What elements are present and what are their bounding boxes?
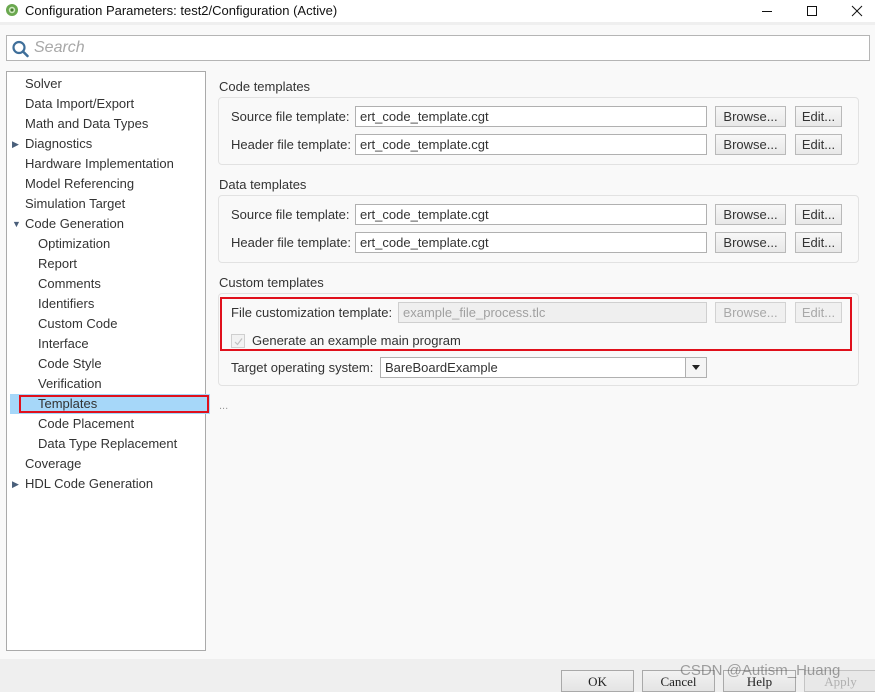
maximize-icon — [807, 6, 817, 16]
tree-item-label: Diagnostics — [25, 136, 93, 151]
search-box[interactable] — [6, 35, 870, 61]
tree-item-label: Math and Data Types — [25, 116, 149, 131]
tree-item-report[interactable]: Report — [7, 254, 205, 274]
tree-item-label: Simulation Target — [25, 196, 126, 211]
code-templates-title: Code templates — [219, 79, 311, 94]
code-header-edit-button[interactable]: Edit... — [795, 134, 842, 155]
tree-item-label: Code Placement — [38, 416, 135, 431]
help-button[interactable]: Help — [723, 670, 796, 692]
tree-item-hdl-code-generation[interactable]: ▶ HDL Code Generation — [7, 474, 205, 494]
checkmark-icon — [234, 338, 243, 346]
tree-item-label: Interface — [38, 336, 89, 351]
tree-item-coverage[interactable]: Coverage — [7, 454, 205, 474]
tree-item-label: Optimization — [38, 236, 111, 251]
tree-item-hardware-implementation[interactable]: Hardware Implementation — [7, 154, 205, 174]
target-os-label: Target operating system: — [231, 360, 374, 375]
search-icon — [12, 40, 29, 58]
chevron-down-icon — [692, 365, 700, 370]
file-customization-edit-button[interactable]: Edit... — [795, 302, 842, 323]
custom-templates-group: File customization template: example_fil… — [218, 293, 859, 386]
tree-item-optimization[interactable]: Optimization — [7, 234, 205, 254]
code-source-label: Source file template: — [231, 109, 350, 124]
tree-item-label: Code Style — [38, 356, 102, 371]
tree-item-label: Data Import/Export — [25, 96, 135, 111]
data-header-browse-button[interactable]: Browse... — [715, 232, 786, 253]
code-header-field[interactable]: ert_code_template.cgt — [355, 134, 707, 155]
tree-item-data-import-export[interactable]: Data Import/Export — [7, 94, 205, 114]
tree-item-templates[interactable]: Templates — [10, 394, 210, 414]
tree-item-comments[interactable]: Comments — [7, 274, 205, 294]
window-title: Configuration Parameters: test2/Configur… — [25, 3, 338, 18]
data-templates-title: Data templates — [219, 177, 307, 192]
code-header-browse-button[interactable]: Browse... — [715, 134, 786, 155]
code-source-field[interactable]: ert_code_template.cgt — [355, 106, 707, 127]
simulink-gear-icon — [6, 4, 18, 16]
tree-item-identifiers[interactable]: Identifiers — [7, 294, 205, 314]
target-os-value: BareBoardExample — [385, 360, 498, 375]
data-source-edit-button[interactable]: Edit... — [795, 204, 842, 225]
tree-item-label: Comments — [38, 276, 101, 291]
title-bar: Configuration Parameters: test2/Configur… — [0, 0, 875, 22]
more-ellipsis: ... — [219, 400, 229, 412]
title-separator — [0, 22, 875, 25]
close-icon — [851, 5, 863, 17]
expanded-arrow-icon[interactable]: ▼ — [12, 214, 21, 234]
collapsed-arrow-icon[interactable]: ▶ — [12, 134, 19, 154]
code-source-edit-button[interactable]: Edit... — [795, 106, 842, 127]
data-header-label: Header file template: — [231, 235, 351, 250]
tree-item-label: Identifiers — [38, 296, 95, 311]
tree-item-simulation-target[interactable]: Simulation Target — [7, 194, 205, 214]
code-source-browse-button[interactable]: Browse... — [715, 106, 786, 127]
minimize-button[interactable] — [744, 0, 790, 22]
data-templates-group: Source file template: ert_code_template.… — [218, 195, 859, 263]
generate-main-label: Generate an example main program — [252, 333, 461, 348]
custom-templates-title: Custom templates — [219, 275, 324, 290]
tree-item-label: Data Type Replacement — [38, 436, 178, 451]
tree-item-diagnostics[interactable]: ▶ Diagnostics — [7, 134, 205, 154]
tree-item-label: Model Referencing — [25, 176, 135, 191]
search-input[interactable] — [34, 38, 854, 58]
tree-item-code-style[interactable]: Code Style — [7, 354, 205, 374]
tree-item-code-generation[interactable]: ▼ Code Generation — [7, 214, 205, 234]
tree-item-data-type-replacement[interactable]: Data Type Replacement — [7, 434, 205, 454]
tree-item-interface[interactable]: Interface — [7, 334, 205, 354]
target-os-select[interactable]: BareBoardExample — [380, 357, 707, 378]
ok-button[interactable]: OK — [561, 670, 634, 692]
tree-item-label: Templates — [38, 396, 98, 411]
generate-main-checkbox[interactable] — [231, 334, 245, 348]
file-customization-label: File customization template: — [231, 305, 393, 320]
collapsed-arrow-icon[interactable]: ▶ — [12, 474, 19, 494]
tree-item-label: Solver — [25, 76, 62, 91]
tree-item-label: Hardware Implementation — [25, 156, 174, 171]
maximize-button[interactable] — [789, 0, 835, 22]
category-tree[interactable]: Solver Data Import/Export Math and Data Ty… — [6, 71, 210, 651]
tree-item-math-and-data-types[interactable]: Math and Data Types — [7, 114, 205, 134]
data-source-field[interactable]: ert_code_template.cgt — [355, 204, 707, 225]
cancel-button[interactable]: Cancel — [642, 670, 715, 692]
code-header-label: Header file template: — [231, 137, 351, 152]
data-header-edit-button[interactable]: Edit... — [795, 232, 842, 253]
tree-item-custom-code[interactable]: Custom Code — [7, 314, 205, 334]
tree-item-label: Coverage — [25, 456, 82, 471]
data-source-browse-button[interactable]: Browse... — [715, 204, 786, 225]
code-templates-group: Source file template: ert_code_template.… — [218, 97, 859, 165]
minimize-icon — [762, 11, 772, 12]
data-header-field[interactable]: ert_code_template.cgt — [355, 232, 707, 253]
tree-item-label: Verification — [38, 376, 102, 391]
tree-item-label: HDL Code Generation — [25, 476, 154, 491]
tree-item-solver[interactable]: Solver — [7, 74, 205, 94]
tree-item-model-referencing[interactable]: Model Referencing — [7, 174, 205, 194]
apply-button[interactable]: Apply — [804, 670, 875, 692]
tree-item-code-placement[interactable]: Code Placement — [7, 414, 205, 434]
dropdown-button[interactable] — [685, 358, 706, 377]
data-source-label: Source file template: — [231, 207, 350, 222]
tree-item-label: Report — [38, 256, 78, 271]
tree-item-label: Code Generation — [25, 216, 125, 231]
tree-item-verification[interactable]: Verification — [7, 374, 205, 394]
file-customization-field[interactable]: example_file_process.tlc — [398, 302, 707, 323]
tree-item-label: Custom Code — [38, 316, 118, 331]
close-button[interactable] — [834, 0, 875, 22]
file-customization-browse-button[interactable]: Browse... — [715, 302, 786, 323]
